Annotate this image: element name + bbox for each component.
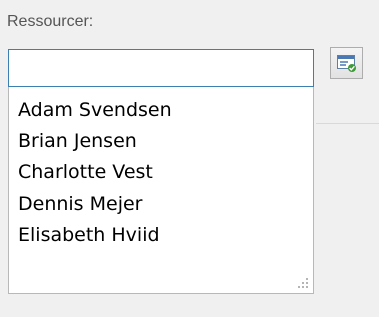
resources-input[interactable] bbox=[8, 49, 314, 87]
resource-option[interactable]: Brian Jensen bbox=[9, 125, 313, 157]
resources-label: Ressourcer: bbox=[7, 13, 94, 30]
resource-option[interactable]: Adam Svendsen bbox=[9, 94, 313, 126]
background-divider bbox=[316, 123, 379, 124]
resize-grip-icon[interactable] bbox=[296, 276, 310, 290]
resource-option[interactable]: Charlotte Vest bbox=[9, 156, 313, 188]
resource-option[interactable]: Elisabeth Hviid bbox=[9, 219, 313, 251]
resource-picker-icon bbox=[337, 55, 356, 72]
resources-dropdown[interactable]: Adam Svendsen Brian Jensen Charlotte Ves… bbox=[8, 87, 314, 294]
resource-picker-button[interactable] bbox=[330, 47, 363, 79]
resource-option[interactable]: Dennis Mejer bbox=[9, 188, 313, 220]
